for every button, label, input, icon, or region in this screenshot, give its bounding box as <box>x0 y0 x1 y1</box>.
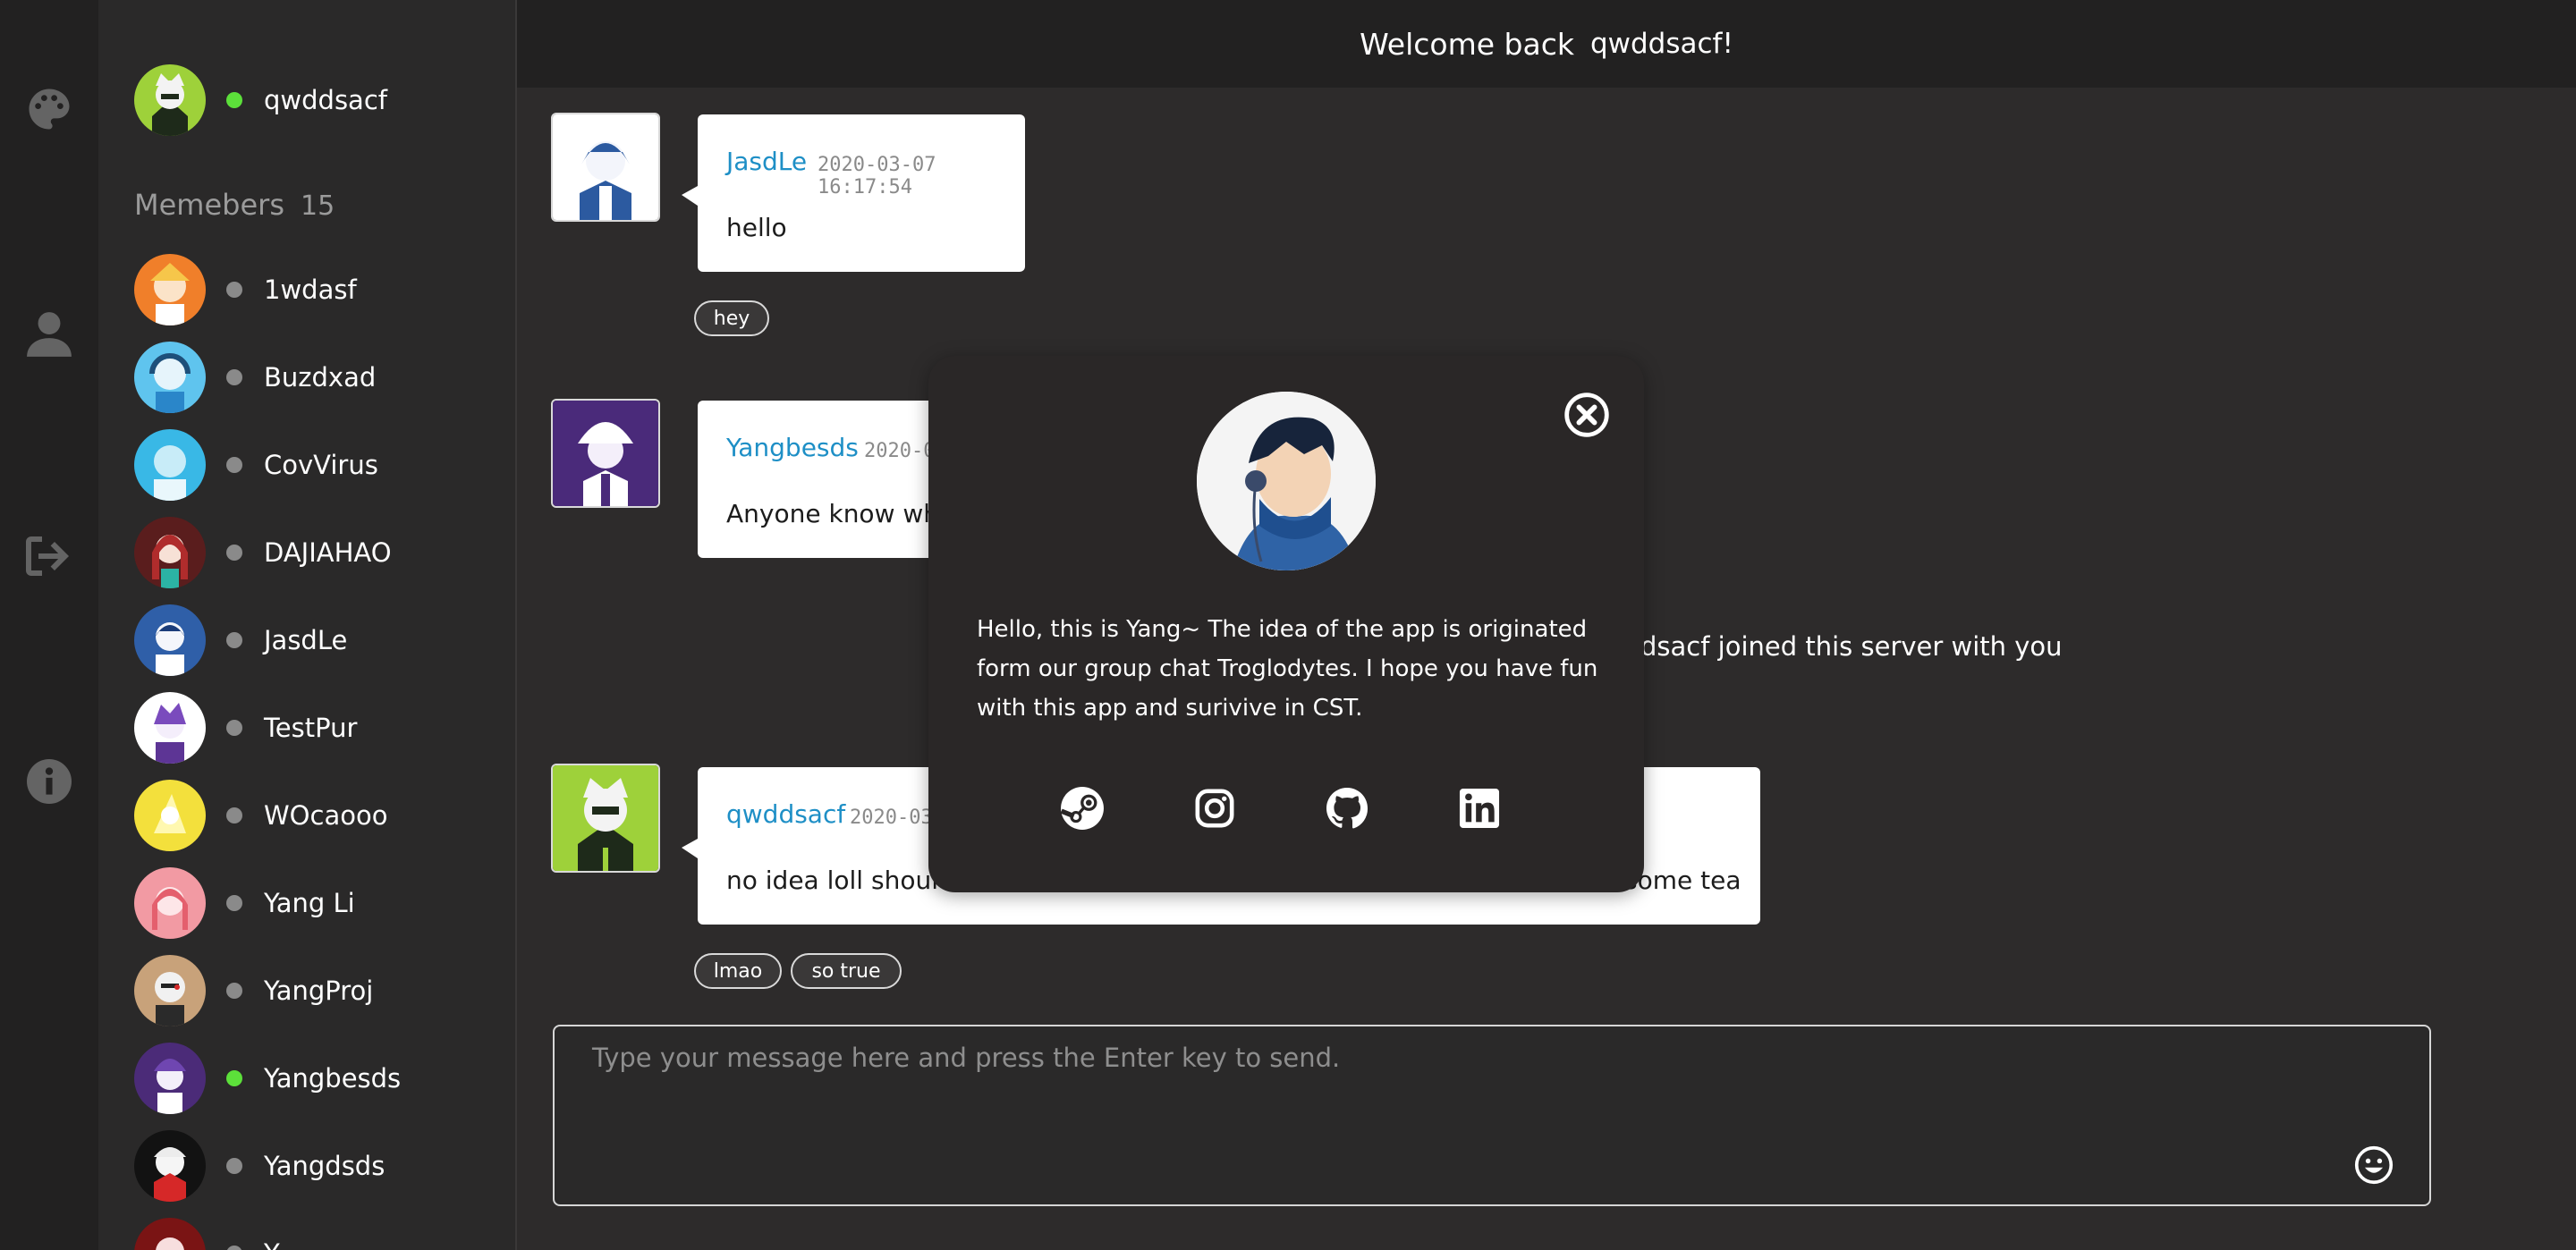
linkedin-icon[interactable] <box>1454 783 1504 833</box>
current-user[interactable]: qwddsacf <box>134 64 387 136</box>
member-item[interactable]: WOcaooo <box>134 780 401 851</box>
system-message: dsacf joined this server with you <box>1640 631 2063 662</box>
offline-status-dot <box>226 983 242 999</box>
avatar <box>134 780 206 851</box>
avatar <box>134 64 206 136</box>
reaction-chip[interactable]: hey <box>694 300 769 336</box>
avatar <box>134 517 206 588</box>
reaction-chip[interactable]: lmao <box>694 953 782 989</box>
modal-avatar <box>1197 392 1376 570</box>
offline-status-dot <box>226 457 242 473</box>
message-author[interactable]: Yangbesds <box>726 433 859 462</box>
welcome-username: qwddsacf! <box>1589 28 1733 60</box>
member-name: YangProj <box>264 976 374 1006</box>
message-bubble: Yangbesds 2020-03 Anyone know wha <box>698 401 966 558</box>
member-name: Yangbesds <box>264 1063 402 1094</box>
avatar <box>134 867 206 939</box>
offline-status-dot <box>226 807 242 823</box>
member-item[interactable]: JasdLe <box>134 604 401 676</box>
member-item[interactable]: Yangdsds <box>134 1130 401 1202</box>
member-item[interactable]: DAJIAHAO <box>134 517 401 588</box>
message-input[interactable] <box>590 1041 2293 1178</box>
member-item[interactable]: 1wdasf <box>134 254 401 325</box>
offline-status-dot <box>226 720 242 736</box>
member-item[interactable]: YangProj <box>134 955 401 1026</box>
github-icon[interactable] <box>1322 783 1372 833</box>
offline-status-dot <box>226 369 242 385</box>
message-avatar[interactable] <box>551 113 660 222</box>
welcome-text: Welcome back <box>1360 26 1574 62</box>
member-name: 1wdasf <box>264 274 357 305</box>
avatar <box>134 692 206 764</box>
avatar <box>134 254 206 325</box>
message-text: Anyone know wha <box>726 499 955 528</box>
avatar <box>134 1130 206 1202</box>
message-input-box <box>553 1025 2431 1206</box>
member-item[interactable]: CovVirus <box>134 429 401 501</box>
instagram-icon[interactable] <box>1190 783 1240 833</box>
avatar <box>134 342 206 413</box>
message-avatar[interactable] <box>551 399 660 508</box>
steam-icon[interactable] <box>1057 783 1107 833</box>
member-name: Y... <box>264 1238 300 1250</box>
offline-status-dot <box>226 1158 242 1174</box>
member-name: WOcaooo <box>264 800 388 831</box>
user-icon[interactable] <box>22 308 76 361</box>
message-bubble: JasdLe 2020-03-07 16:17:54 hello <box>682 114 1025 272</box>
member-name: JasdLe <box>264 625 348 655</box>
message-author[interactable]: JasdLe <box>726 147 807 176</box>
members-header: Memebers 15 <box>134 188 335 222</box>
avatar <box>134 955 206 1026</box>
offline-status-dot <box>226 282 242 298</box>
member-item[interactable]: Y... <box>134 1218 401 1250</box>
message-avatar[interactable] <box>551 764 660 873</box>
online-status-dot <box>226 1070 242 1086</box>
palette-icon[interactable] <box>22 82 76 136</box>
avatar <box>134 604 206 676</box>
avatar <box>134 429 206 501</box>
current-username: qwddsacf <box>264 85 387 115</box>
member-name: DAJIAHAO <box>264 537 392 568</box>
message-author[interactable]: qwddsacf <box>726 799 845 829</box>
member-list: 1wdasf Buzdxad CovVirus DAJIAHAO JasdLe … <box>134 254 401 1250</box>
offline-status-dot <box>226 895 242 911</box>
members-title: Memebers <box>134 188 284 222</box>
message-time: 2020-03-07 16:17:54 <box>818 154 936 198</box>
avatar <box>134 1043 206 1114</box>
modal-description: Hello, this is Yang~ The idea of the app… <box>977 616 1598 722</box>
online-status-dot <box>226 92 242 108</box>
welcome-header: Welcome back qwddsacf! <box>517 0 2576 88</box>
member-item[interactable]: TestPur <box>134 692 401 764</box>
member-item[interactable]: Yang Li <box>134 867 401 939</box>
member-name: CovVirus <box>264 450 378 480</box>
emoji-icon[interactable] <box>2354 1145 2394 1185</box>
member-name: TestPur <box>264 713 358 743</box>
logout-icon[interactable] <box>22 529 76 583</box>
member-item[interactable]: Buzdxad <box>134 342 401 413</box>
member-name: Yangdsds <box>264 1151 386 1181</box>
member-name: Yang Li <box>264 888 355 918</box>
offline-status-dot <box>226 632 242 648</box>
member-sidebar: qwddsacf Memebers 15 1wdasf Buzdxad CovVi… <box>98 0 517 1250</box>
info-icon[interactable] <box>22 755 76 808</box>
member-name: Buzdxad <box>264 362 377 393</box>
member-item[interactable]: Yangbesds <box>134 1043 401 1114</box>
about-modal: Hello, this is Yang~ The idea of the app… <box>928 356 1644 892</box>
close-icon[interactable] <box>1563 392 1610 438</box>
reaction-chip[interactable]: so true <box>791 953 902 989</box>
icon-rail <box>0 0 98 1250</box>
members-count: 15 <box>300 190 335 222</box>
offline-status-dot <box>226 545 242 561</box>
avatar <box>134 1218 206 1250</box>
message-text: hello <box>726 213 787 242</box>
offline-status-dot <box>226 1246 242 1250</box>
